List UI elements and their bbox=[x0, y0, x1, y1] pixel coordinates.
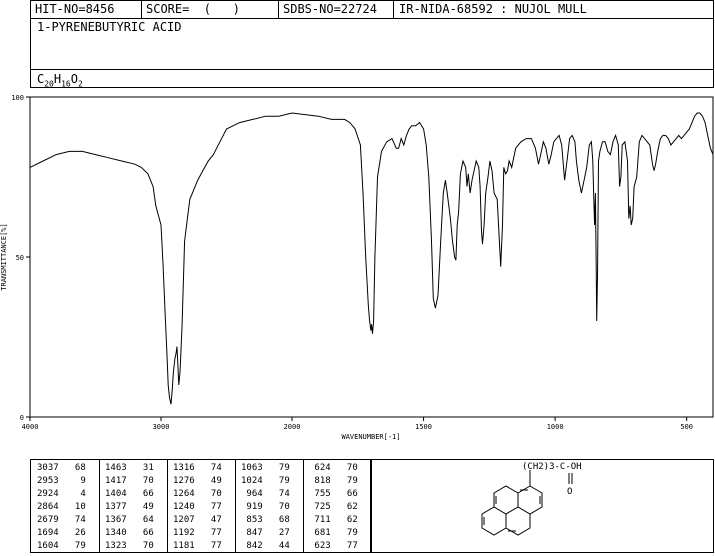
x-axis-label: WAVENUMBER[-1] bbox=[341, 433, 400, 441]
y-tick-label: 50 bbox=[16, 254, 24, 262]
peak-row: 624 70 bbox=[309, 463, 358, 473]
y-tick-label: 100 bbox=[11, 94, 24, 102]
peak-row: 1694 26 bbox=[37, 528, 86, 538]
peak-table: 3037 68 2953 9 2924 4 2864 10 2679 74 1694 26… bbox=[30, 459, 371, 553]
structure-diagram: (CH2)3-C-OH O bbox=[481, 462, 582, 536]
peak-row: 1207 47 bbox=[173, 515, 222, 525]
peak-row: 1463 31 bbox=[105, 463, 154, 473]
peak-row: 1192 77 bbox=[173, 528, 222, 538]
structure-panel: (CH2)3-C-OH O bbox=[371, 459, 714, 553]
sdbs-number: SDBS-NO=22724 bbox=[283, 2, 377, 16]
peak-row: 725 62 bbox=[309, 502, 358, 512]
peak-row: 1024 79 bbox=[241, 476, 290, 486]
ir-info: IR-NIDA-68592 : NUJOL MULL bbox=[399, 2, 587, 16]
y-tick-label: 0 bbox=[20, 414, 24, 422]
x-tick-label: 3000 bbox=[153, 423, 170, 431]
peak-row: 919 70 bbox=[241, 502, 290, 512]
peak-row: 1323 70 bbox=[105, 541, 154, 551]
spectrum-line bbox=[29, 112, 714, 405]
hit-number: HIT-NO=8456 bbox=[35, 2, 115, 16]
x-tick-label: 4000 bbox=[22, 423, 39, 431]
peak-row: 1377 49 bbox=[105, 502, 154, 512]
peak-row: 1276 49 bbox=[173, 476, 222, 486]
peak-column: 1063 79 1024 79 964 74 919 70 853 68 847 … bbox=[241, 462, 290, 553]
peak-column: 1463 31 1417 70 1404 66 1377 49 1367 64 1340 … bbox=[105, 462, 154, 553]
peak-row: 1604 79 bbox=[37, 541, 86, 551]
x-tick-label: 2000 bbox=[284, 423, 301, 431]
peak-row: 1240 77 bbox=[173, 502, 222, 512]
peak-row: 1264 70 bbox=[173, 489, 222, 499]
peak-column: 624 70 818 79 755 66 725 62 711 62 681 7… bbox=[309, 462, 358, 553]
peak-row: 853 68 bbox=[241, 515, 290, 525]
x-tick-label: 1000 bbox=[547, 423, 564, 431]
peak-row: 1404 66 bbox=[105, 489, 154, 499]
y-axis-label: TRANSMITTANCE[%] bbox=[0, 223, 8, 290]
plot-frame bbox=[29, 96, 714, 418]
peak-row: 2679 74 bbox=[37, 515, 86, 525]
compound-name: 1-PYRENEBUTYRIC ACID bbox=[37, 20, 182, 34]
peak-row: 818 79 bbox=[309, 476, 358, 486]
peak-row: 1063 79 bbox=[241, 463, 290, 473]
peak-column: 3037 68 2953 9 2924 4 2864 10 2679 74 1694 26… bbox=[37, 462, 86, 553]
peak-row: 1417 70 bbox=[105, 476, 154, 486]
peak-row: 623 77 bbox=[309, 541, 358, 551]
peak-row: 711 62 bbox=[309, 515, 358, 525]
peak-row: 2953 9 bbox=[37, 476, 86, 486]
peak-row: 1340 66 bbox=[105, 528, 154, 538]
substituent-label: (CH2)3-C-OH bbox=[522, 462, 582, 472]
carbonyl-oxygen: O bbox=[567, 487, 572, 497]
peak-column: 1316 74 1276 49 1264 70 1240 77 1207 47 1192 … bbox=[173, 462, 222, 553]
peak-row: 964 74 bbox=[241, 489, 290, 499]
peak-row: 2924 4 bbox=[37, 489, 86, 499]
peak-row: 755 66 bbox=[309, 489, 358, 499]
peak-row: 681 79 bbox=[309, 528, 358, 538]
score-field: SCORE= ( ) bbox=[146, 2, 240, 16]
peak-row: 3037 68 bbox=[37, 463, 86, 473]
ir-spectrum-chart: 0 50 100 4000 3000 2000 1500 1000 500 TRANSMITT… bbox=[0, 94, 714, 441]
peak-row: 847 27 bbox=[241, 528, 290, 538]
peak-row: 1367 64 bbox=[105, 515, 154, 525]
header-panel: HIT-NO=8456 SCORE= ( ) SDBS-NO=22724 IR-… bbox=[30, 0, 714, 88]
peak-row: 1316 74 bbox=[173, 463, 222, 473]
peak-row: 842 44 bbox=[241, 541, 290, 551]
x-tick-label: 500 bbox=[680, 423, 693, 431]
x-axis: 4000 3000 2000 1500 1000 500 bbox=[22, 417, 693, 431]
peak-row: 2864 10 bbox=[37, 502, 86, 512]
peak-row: 1181 77 bbox=[173, 541, 222, 551]
x-tick-label: 1500 bbox=[415, 423, 432, 431]
y-axis: 0 50 100 bbox=[11, 94, 30, 422]
